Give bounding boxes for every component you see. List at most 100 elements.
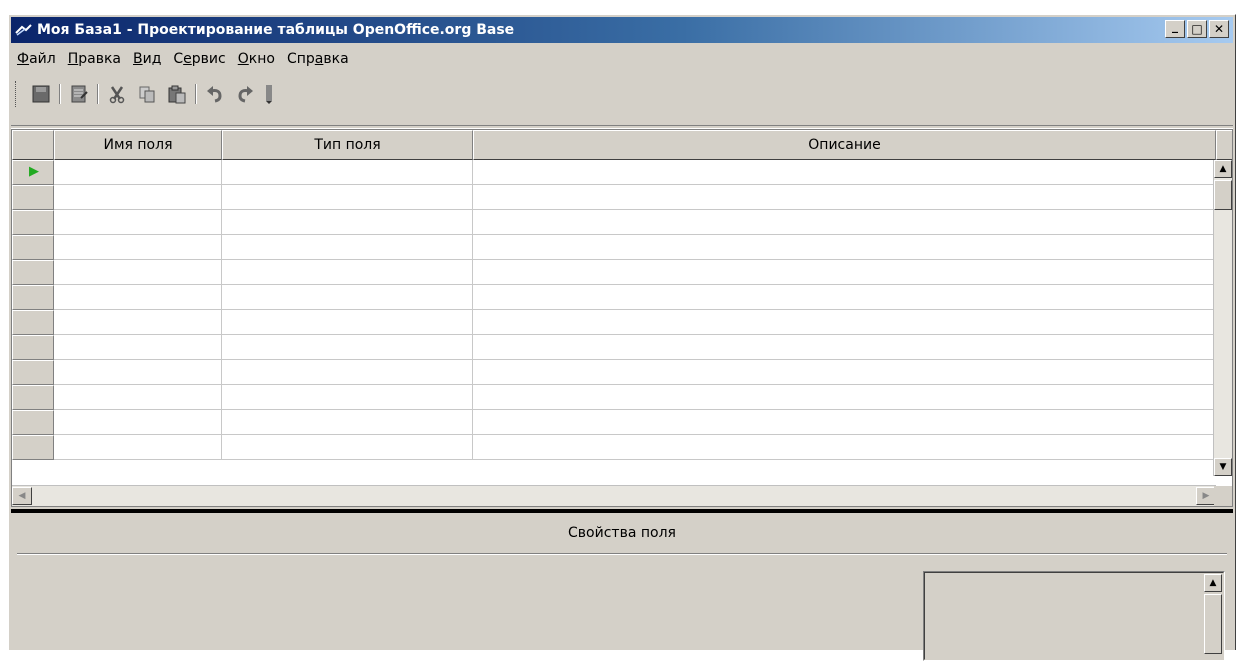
cell-field-name[interactable] xyxy=(54,185,222,210)
cell-field-name[interactable] xyxy=(54,385,222,410)
column-header-filler xyxy=(1216,130,1232,160)
row-selector[interactable] xyxy=(12,235,54,260)
close-button[interactable]: ✕ xyxy=(1209,20,1229,38)
help-text-box[interactable]: ▲ xyxy=(923,571,1225,661)
copy-button[interactable] xyxy=(135,82,159,106)
scroll-right-button[interactable]: ▶ xyxy=(1196,487,1216,505)
cell-description[interactable] xyxy=(473,260,1216,285)
edit-document-button[interactable] xyxy=(67,82,91,106)
save-button[interactable] xyxy=(29,82,53,106)
cell-field-name[interactable] xyxy=(54,285,222,310)
cell-field-type[interactable] xyxy=(222,260,473,285)
row-selector[interactable] xyxy=(12,410,54,435)
menu-view[interactable]: Вид xyxy=(127,51,167,67)
paste-icon xyxy=(168,85,186,104)
toolbar-grip[interactable] xyxy=(15,81,19,107)
title-bar[interactable]: Моя База1 - Проектирование таблицы OpenO… xyxy=(11,17,1233,43)
menu-tools[interactable]: Сервис xyxy=(167,51,231,67)
cell-field-name[interactable] xyxy=(54,410,222,435)
undo-icon xyxy=(207,86,222,103)
toolbar-separator xyxy=(59,84,61,104)
scroll-left-button[interactable]: ◀ xyxy=(12,487,32,505)
cut-icon xyxy=(109,86,125,104)
cell-description[interactable] xyxy=(473,435,1216,460)
row-selector[interactable]: ▶ xyxy=(12,160,54,185)
horizontal-scrollbar[interactable]: ◀ ▶ xyxy=(12,485,1216,506)
cell-description[interactable] xyxy=(473,335,1216,360)
menu-file[interactable]: Файл xyxy=(11,51,62,67)
cell-field-type[interactable] xyxy=(222,335,473,360)
cell-field-name[interactable] xyxy=(54,160,222,185)
cell-field-type[interactable] xyxy=(222,235,473,260)
scroll-thumb[interactable] xyxy=(1214,180,1232,210)
help-scroll-thumb[interactable] xyxy=(1204,594,1222,654)
cell-field-name[interactable] xyxy=(54,260,222,285)
cell-field-name[interactable] xyxy=(54,210,222,235)
maximize-icon: □ xyxy=(1191,22,1203,36)
cell-description[interactable] xyxy=(473,285,1216,310)
field-properties-title: Свойства поля xyxy=(568,525,676,541)
row-selector[interactable] xyxy=(12,260,54,285)
row-selector[interactable] xyxy=(12,310,54,335)
cell-field-type[interactable] xyxy=(222,185,473,210)
maximize-button[interactable]: □ xyxy=(1187,20,1207,38)
current-row-indicator-icon: ▶ xyxy=(29,164,39,179)
toolbar-separator xyxy=(195,84,197,104)
cell-description[interactable] xyxy=(473,360,1216,385)
minimize-button[interactable]: _ xyxy=(1165,19,1185,38)
menu-window[interactable]: Окно xyxy=(232,51,281,67)
help-text-frame xyxy=(924,572,1224,660)
cell-field-type[interactable] xyxy=(222,435,473,460)
row-selector[interactable] xyxy=(12,385,54,410)
toolbar-overflow-button[interactable] xyxy=(263,82,275,106)
menu-edit[interactable]: Правка xyxy=(62,51,127,67)
row-header-corner xyxy=(12,130,54,160)
row-selector[interactable] xyxy=(12,435,54,460)
copy-icon xyxy=(139,86,155,103)
cell-field-type[interactable] xyxy=(222,160,473,185)
window-title: Моя База1 - Проектирование таблицы OpenO… xyxy=(37,22,515,38)
cell-description[interactable] xyxy=(473,210,1216,235)
cell-description[interactable] xyxy=(473,310,1216,335)
cell-field-name[interactable] xyxy=(54,360,222,385)
toolbar-overflow-icon xyxy=(266,85,272,104)
redo-icon xyxy=(238,86,253,103)
redo-button[interactable] xyxy=(233,82,257,106)
scroll-up-button[interactable]: ▲ xyxy=(1214,160,1232,178)
row-selector[interactable] xyxy=(12,185,54,210)
cell-field-name[interactable] xyxy=(54,235,222,260)
cell-field-name[interactable] xyxy=(54,335,222,360)
cell-field-type[interactable] xyxy=(222,310,473,335)
cell-field-type[interactable] xyxy=(222,410,473,435)
scrollbar-corner xyxy=(1214,486,1232,506)
column-header-description[interactable]: Описание xyxy=(473,130,1216,160)
cell-field-type[interactable] xyxy=(222,285,473,310)
column-header-field-name[interactable]: Имя поля xyxy=(54,130,222,160)
cell-field-name[interactable] xyxy=(54,435,222,460)
cell-field-type[interactable] xyxy=(222,360,473,385)
row-selector[interactable] xyxy=(12,360,54,385)
minimize-icon: _ xyxy=(1172,19,1178,33)
undo-button[interactable] xyxy=(203,82,227,106)
row-selector[interactable] xyxy=(12,285,54,310)
cell-field-type[interactable] xyxy=(222,385,473,410)
scroll-down-button[interactable]: ▼ xyxy=(1214,458,1232,476)
row-selector[interactable] xyxy=(12,210,54,235)
save-icon xyxy=(32,85,50,103)
pane-splitter[interactable] xyxy=(11,509,1233,513)
cell-description[interactable] xyxy=(473,410,1216,435)
cell-description[interactable] xyxy=(473,160,1216,185)
cell-description[interactable] xyxy=(473,385,1216,410)
paste-button[interactable] xyxy=(165,82,189,106)
cell-description[interactable] xyxy=(473,185,1216,210)
menu-help[interactable]: Справка xyxy=(281,51,355,67)
row-selector[interactable] xyxy=(12,335,54,360)
cell-field-name[interactable] xyxy=(54,310,222,335)
help-scroll-up-button[interactable]: ▲ xyxy=(1204,574,1222,592)
vertical-scrollbar[interactable]: ▲ ▼ xyxy=(1213,160,1232,476)
cut-button[interactable] xyxy=(105,82,129,106)
standard-toolbar xyxy=(11,77,371,111)
cell-field-type[interactable] xyxy=(222,210,473,235)
cell-description[interactable] xyxy=(473,235,1216,260)
column-header-field-type[interactable]: Тип поля xyxy=(222,130,473,160)
